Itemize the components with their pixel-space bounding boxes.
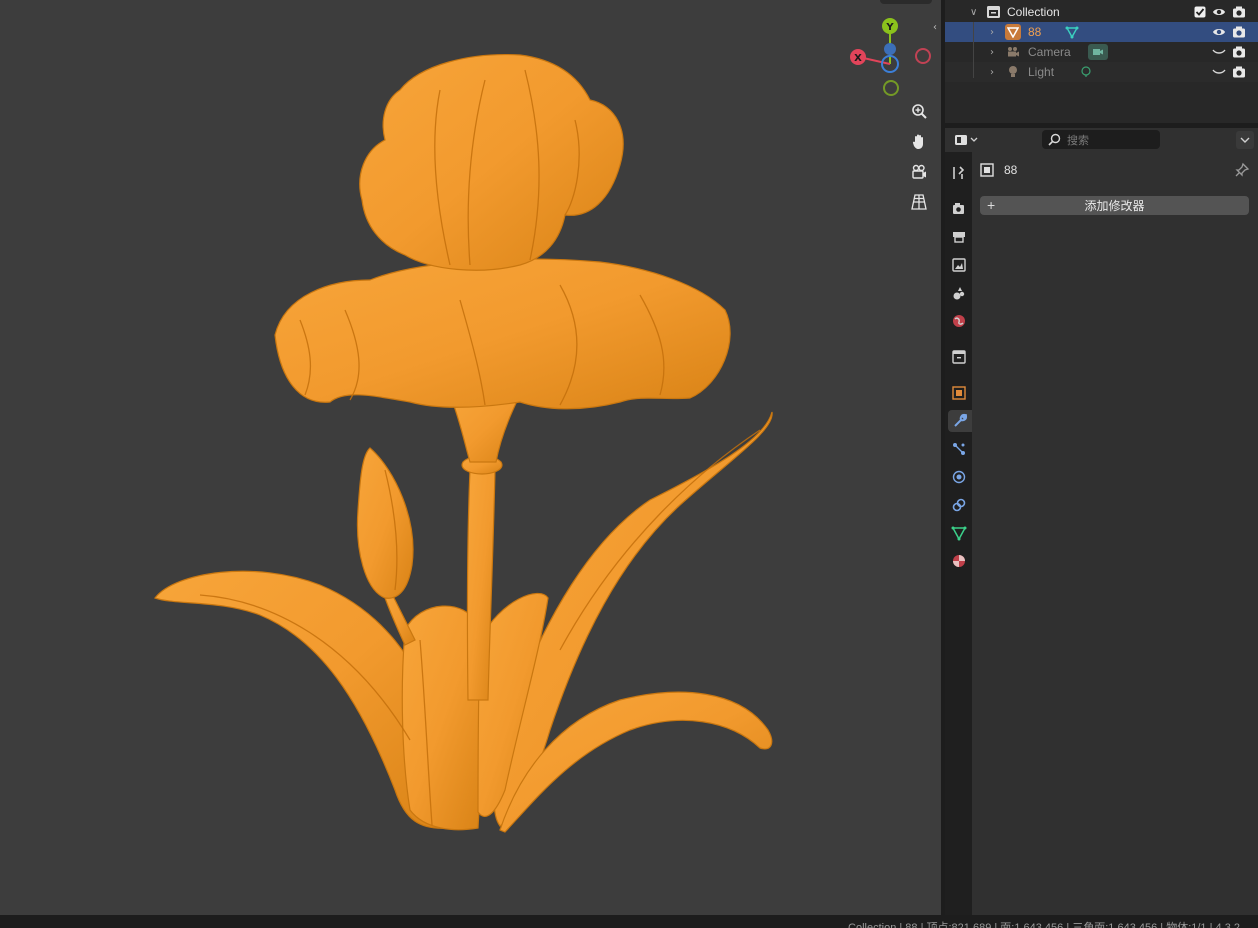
render-camera-icon[interactable]	[1232, 45, 1246, 59]
search-icon	[1048, 133, 1061, 146]
outliner-label-light[interactable]: Light	[1028, 65, 1054, 79]
render-camera-icon[interactable]	[1232, 25, 1246, 39]
eye-icon[interactable]	[1212, 5, 1226, 19]
view-layer-tab-icon[interactable]	[948, 254, 970, 276]
checkbox-icon[interactable]	[1193, 5, 1207, 19]
outliner-label-collection[interactable]: Collection	[1007, 5, 1060, 19]
object-square-icon	[980, 163, 994, 177]
eye-icon[interactable]	[1212, 25, 1226, 39]
add-modifier-label: 添加修改器	[1084, 199, 1145, 213]
object-name-row: 88	[980, 160, 1017, 180]
render-tab-icon[interactable]	[948, 198, 970, 220]
mesh-data-tab-icon[interactable]	[948, 522, 970, 544]
camera-data-icon[interactable]	[1088, 44, 1108, 60]
camera-object-icon	[1005, 44, 1021, 60]
tool-tab-icon[interactable]	[948, 162, 970, 184]
3d-viewport[interactable]: Y X	[0, 0, 941, 915]
outliner-panel[interactable]: ∨ Collection › 88 › Camera › Light	[945, 0, 1258, 123]
render-camera-icon[interactable]	[1232, 5, 1246, 19]
axis-neg-x-handle[interactable]	[915, 48, 931, 64]
navigation-gizmo[interactable]: Y X	[845, 15, 935, 100]
axis-y-label: Y	[885, 22, 894, 33]
collection-icon	[985, 4, 1001, 20]
properties-options-dropdown[interactable]	[1236, 131, 1254, 149]
properties-search-field[interactable]: 搜索	[1042, 130, 1160, 149]
collapse-arrow-icon[interactable]: ‹	[933, 22, 941, 34]
modifier-properties-panel: 88 + 添加修改器	[972, 152, 1258, 915]
pin-icon[interactable]	[1234, 162, 1250, 178]
modifier-wrench-tab-icon[interactable]	[948, 410, 972, 432]
search-placeholder: 搜索	[1067, 134, 1089, 147]
outliner-label-camera[interactable]: Camera	[1028, 45, 1071, 59]
constraints-tab-icon[interactable]	[948, 494, 970, 516]
axis-neg-z-handle[interactable]	[884, 43, 896, 55]
eye-closed-icon[interactable]	[1212, 65, 1226, 79]
output-tab-icon[interactable]	[948, 226, 970, 248]
collection-tab-icon[interactable]	[948, 346, 970, 368]
status-bar-stats: Collection | 88 | 顶点:821,689 | 面:1,643,4…	[848, 922, 1240, 928]
camera-view-icon[interactable]	[905, 158, 933, 186]
outliner-tree-line	[973, 22, 974, 78]
axis-x-label: X	[854, 53, 862, 64]
status-bar: Collection | 88 | 顶点:821,689 | 面:1,643,4…	[0, 915, 1258, 928]
editor-type-button[interactable]	[953, 131, 983, 149]
object-tab-icon[interactable]	[948, 382, 970, 404]
material-tab-icon[interactable]	[948, 550, 970, 572]
mesh-data-icon[interactable]	[1064, 24, 1080, 40]
outliner-label-88[interactable]: 88	[1028, 25, 1041, 39]
chevron-down-icon	[1240, 137, 1250, 143]
properties-header: 搜索	[945, 128, 1258, 152]
render-camera-icon[interactable]	[1232, 65, 1246, 79]
expand-arrow-icon[interactable]: ›	[990, 67, 994, 78]
eye-closed-icon[interactable]	[1212, 45, 1226, 59]
mesh-object-icon	[1005, 24, 1021, 40]
outliner-row-camera[interactable]: › Camera	[945, 42, 1258, 62]
particles-tab-icon[interactable]	[948, 438, 970, 460]
perspective-grid-icon[interactable]	[905, 188, 933, 216]
expand-arrow-icon[interactable]: ›	[990, 47, 994, 58]
scene-tab-icon[interactable]	[948, 282, 970, 304]
object-name-label: 88	[1004, 163, 1018, 177]
zoom-icon[interactable]	[905, 98, 933, 126]
properties-tab-bar	[945, 152, 972, 915]
expand-arrow-icon[interactable]: ∨	[970, 7, 977, 18]
plus-icon: +	[987, 197, 996, 213]
pan-hand-icon[interactable]	[905, 128, 933, 156]
outliner-row-88[interactable]: › 88	[945, 22, 1258, 42]
light-data-icon[interactable]	[1078, 64, 1094, 80]
outliner-row-light[interactable]: › Light	[945, 62, 1258, 82]
world-tab-icon[interactable]	[948, 310, 970, 332]
outliner-row-collection[interactable]: ∨ Collection	[945, 2, 1258, 22]
expand-arrow-icon[interactable]: ›	[990, 27, 994, 38]
axis-neg-y-handle[interactable]	[883, 80, 899, 96]
physics-tab-icon[interactable]	[948, 466, 970, 488]
light-object-icon	[1005, 64, 1021, 80]
iris-flower-model[interactable]	[0, 0, 941, 915]
add-modifier-button[interactable]: + 添加修改器	[980, 196, 1249, 215]
